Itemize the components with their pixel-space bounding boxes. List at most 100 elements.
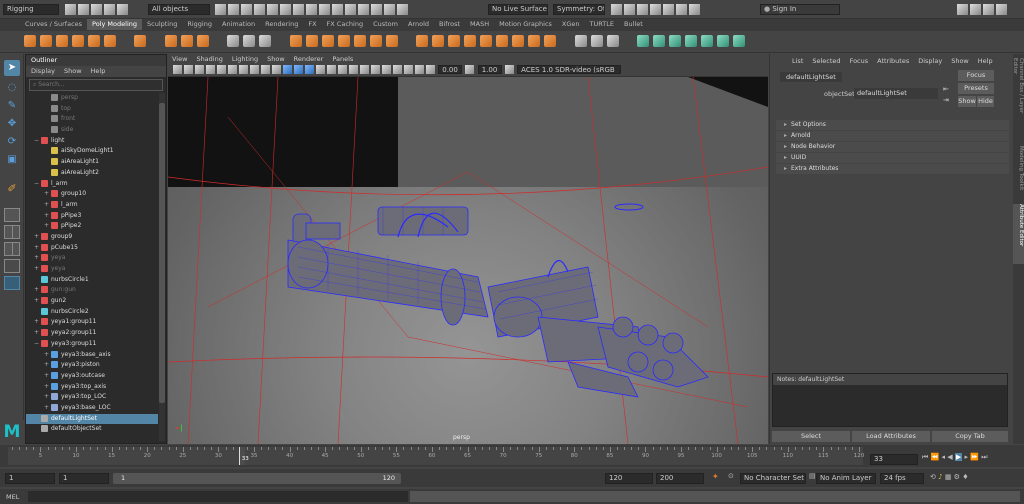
outliner-tab[interactable]: Outliner bbox=[26, 55, 166, 66]
outliner-item[interactable]: + pCube15 bbox=[26, 243, 158, 254]
expand-toggle-icon[interactable]: + bbox=[44, 350, 51, 361]
presets-icon[interactable]: ⇥ bbox=[943, 96, 949, 104]
outliner-item[interactable]: + yeya bbox=[26, 264, 158, 275]
type-tool-icon[interactable] bbox=[180, 35, 193, 47]
attr-section-header[interactable]: Set Options bbox=[776, 120, 1009, 130]
outliner-item[interactable]: side bbox=[26, 125, 158, 136]
motion-blur-icon[interactable] bbox=[360, 65, 369, 74]
poly-sphere-icon[interactable] bbox=[24, 35, 36, 47]
merge-icon[interactable] bbox=[496, 35, 509, 47]
render-frame-icon[interactable] bbox=[611, 4, 622, 15]
exposure-icon[interactable] bbox=[426, 65, 435, 74]
toggle-panel3-icon[interactable] bbox=[983, 4, 994, 15]
render-settings-icon[interactable] bbox=[637, 4, 648, 15]
planar-map-icon[interactable] bbox=[606, 35, 619, 47]
expand-toggle-icon[interactable]: + bbox=[34, 317, 41, 328]
arnold-render-icon[interactable] bbox=[676, 4, 687, 15]
outliner-search[interactable]: ⌕ Search... bbox=[29, 79, 163, 91]
view-transform-icon[interactable] bbox=[504, 65, 514, 74]
shelf-tab[interactable]: FX bbox=[303, 19, 321, 30]
select-curves-icon[interactable] bbox=[280, 4, 291, 15]
loop-icon[interactable]: ⟲ bbox=[930, 473, 936, 481]
render-sequence-icon[interactable] bbox=[689, 4, 700, 15]
outliner-item[interactable]: nurbsCircle2 bbox=[26, 307, 158, 318]
colorspace-dropdown[interactable]: ACES 1.0 SDR-video (sRGB bbox=[517, 65, 622, 74]
range-slider[interactable]: 1 120 bbox=[113, 473, 401, 484]
time-slider[interactable]: 5 10 15 20 25 30 35 40 45 50 55 60 65 70 75 80 85 90 95 100… bbox=[0, 445, 1024, 467]
expand-toggle-icon[interactable]: + bbox=[44, 189, 51, 200]
lights-icon[interactable] bbox=[327, 65, 336, 74]
field-chart-icon[interactable] bbox=[261, 65, 270, 74]
edge-loop-icon[interactable] bbox=[544, 35, 557, 47]
expand-toggle-icon[interactable]: + bbox=[44, 392, 51, 403]
character-set-dropdown[interactable]: No Character Set bbox=[740, 473, 806, 484]
character-set-icon[interactable]: ⊙ bbox=[728, 472, 734, 480]
bevel-icon[interactable] bbox=[448, 35, 461, 47]
playback-end-field[interactable]: 120 bbox=[605, 473, 653, 484]
scale-tool-icon[interactable]: ▣ bbox=[4, 154, 20, 168]
expand-toggle-icon[interactable]: + bbox=[44, 382, 51, 393]
shelf-tab[interactable]: Arnold bbox=[403, 19, 434, 30]
boolean-icon[interactable] bbox=[289, 35, 302, 47]
dof-icon[interactable] bbox=[382, 65, 391, 74]
film-gate-icon[interactable] bbox=[228, 65, 237, 74]
expand-toggle-icon[interactable]: + bbox=[44, 403, 51, 414]
menu-item[interactable]: Help bbox=[91, 67, 106, 75]
symmetry-dropdown[interactable]: Symmetry: Off bbox=[553, 4, 605, 15]
command-language-label[interactable]: MEL bbox=[6, 493, 19, 501]
menu-item[interactable]: Display bbox=[918, 57, 942, 65]
toggle-panel4-icon[interactable] bbox=[996, 4, 1007, 15]
ipr-render-icon[interactable] bbox=[624, 4, 635, 15]
camera-attrs-icon[interactable] bbox=[184, 65, 193, 74]
smooth-icon[interactable] bbox=[353, 35, 366, 47]
extrude-icon[interactable] bbox=[416, 35, 429, 47]
mesh-tools-icon[interactable] bbox=[227, 35, 240, 47]
viewport-canvas[interactable]: persp ━┃ bbox=[168, 77, 768, 444]
xray-joints-icon[interactable] bbox=[415, 65, 424, 74]
side-by-side-icon[interactable] bbox=[4, 242, 20, 256]
extract-icon[interactable] bbox=[305, 35, 318, 47]
textured-icon[interactable] bbox=[316, 65, 325, 74]
wire-on-shaded-icon[interactable] bbox=[305, 65, 314, 74]
mash-signal-icon[interactable] bbox=[685, 35, 698, 47]
auto-key-icon[interactable]: ✦ bbox=[712, 472, 719, 481]
sound-icon[interactable]: ♪ bbox=[938, 473, 942, 481]
outliner-item[interactable]: + yeya3:top_LOC bbox=[26, 392, 158, 403]
step-back-icon[interactable]: ◂ bbox=[942, 453, 946, 461]
append-icon[interactable] bbox=[480, 35, 493, 47]
play-forward-icon[interactable]: ▶ bbox=[954, 453, 963, 461]
menu-item[interactable]: Selected bbox=[812, 57, 840, 65]
redo-icon[interactable] bbox=[117, 4, 128, 15]
open-scene-icon[interactable] bbox=[78, 4, 89, 15]
menu-item[interactable]: Help bbox=[978, 57, 993, 65]
resolution-gate-icon[interactable] bbox=[239, 65, 248, 74]
poly-torus-icon[interactable] bbox=[88, 35, 100, 47]
current-frame-field[interactable]: 33 bbox=[870, 454, 918, 465]
prefs-icon[interactable]: ⚙ bbox=[954, 473, 960, 481]
expand-toggle-icon[interactable]: + bbox=[34, 253, 41, 264]
side-tab-attribute-editor[interactable]: Attribute Editor bbox=[1013, 204, 1024, 264]
four-view-icon[interactable] bbox=[4, 225, 20, 239]
outliner-item[interactable]: + pPipe3 bbox=[26, 211, 158, 222]
menu-item[interactable]: Attributes bbox=[877, 57, 909, 65]
expand-toggle-icon[interactable]: − bbox=[34, 179, 41, 190]
fill-hole-icon[interactable] bbox=[464, 35, 477, 47]
shelf-tab[interactable]: MASH bbox=[465, 19, 494, 30]
select-camera-icon[interactable] bbox=[173, 65, 182, 74]
shelf-tab[interactable]: XGen bbox=[557, 19, 585, 30]
select-dynamics-icon[interactable] bbox=[319, 4, 330, 15]
outliner-item[interactable]: + yeya3:piston bbox=[26, 360, 158, 371]
outliner-item[interactable]: + gun2 bbox=[26, 296, 158, 307]
anim-start-field[interactable]: 1 bbox=[5, 473, 55, 484]
svg-tool-icon[interactable] bbox=[196, 35, 209, 47]
select-joints-icon[interactable] bbox=[267, 4, 278, 15]
shelf-tab[interactable]: Sculpting bbox=[142, 19, 182, 30]
anim-end-field[interactable]: 200 bbox=[656, 473, 704, 484]
safe-action-icon[interactable] bbox=[272, 65, 281, 74]
outliner-item[interactable]: front bbox=[26, 114, 158, 125]
shelf-tab[interactable]: Curves / Surfaces bbox=[20, 19, 87, 30]
shelf-tab[interactable]: Rigging bbox=[182, 19, 217, 30]
menu-item[interactable]: Renderer bbox=[294, 55, 324, 63]
objects-dropdown[interactable]: All objects bbox=[148, 4, 210, 15]
command-input[interactable] bbox=[28, 491, 408, 502]
